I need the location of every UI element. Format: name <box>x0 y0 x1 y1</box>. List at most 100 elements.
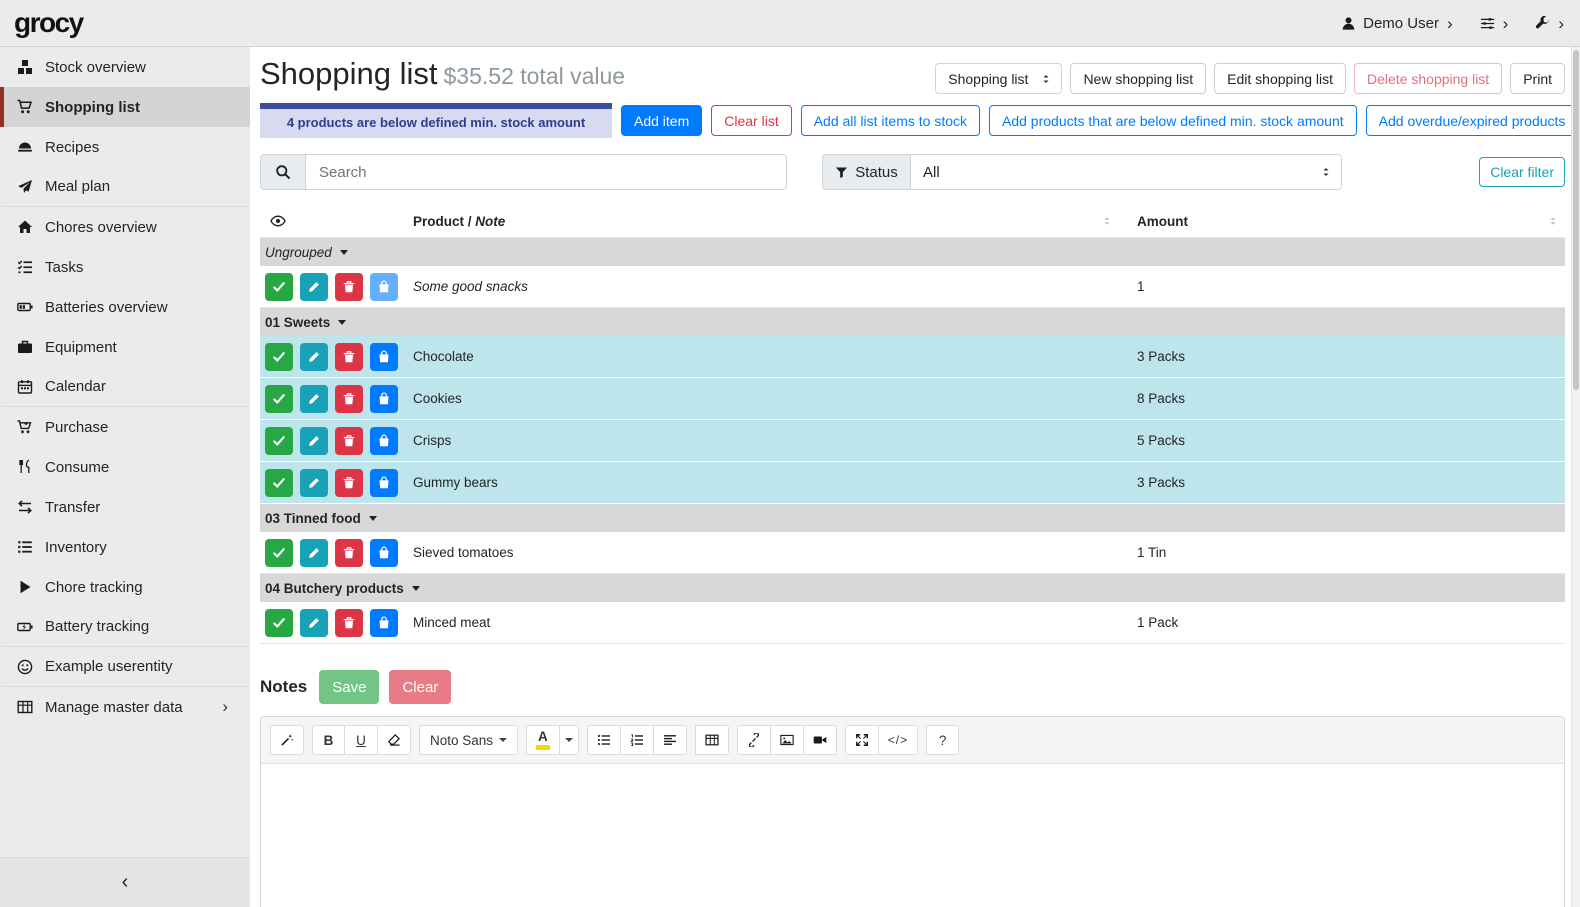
sidebar-item-manage-master-data[interactable]: Manage master data› <box>0 687 250 727</box>
sidebar-item-transfer[interactable]: Transfer <box>0 487 250 527</box>
delete-item-button[interactable] <box>335 273 363 301</box>
clear-filter-button[interactable]: Clear filter <box>1479 157 1565 187</box>
toggle-done-visibility-icon[interactable] <box>266 213 286 229</box>
edit-item-button[interactable] <box>300 427 328 455</box>
add-overdue-button[interactable]: Add overdue/expired products <box>1366 105 1571 136</box>
group-header-row[interactable]: Ungrouped <box>260 238 1565 266</box>
mark-done-button[interactable] <box>265 385 293 413</box>
edit-item-button[interactable] <box>300 539 328 567</box>
sidebar-item-label: Example userentity <box>45 658 240 675</box>
sidebar-item-recipes[interactable]: Recipes <box>0 127 250 167</box>
search-input[interactable] <box>305 154 787 190</box>
edit-item-button[interactable] <box>300 385 328 413</box>
sidebar-item-consume[interactable]: Consume <box>0 447 250 487</box>
ordered-list-button[interactable] <box>621 725 654 755</box>
sidebar-item-meal-plan[interactable]: Meal plan <box>0 167 250 207</box>
sidebar-item-inventory[interactable]: Inventory <box>0 527 250 567</box>
product-column-header[interactable]: Product / Note <box>410 214 1135 229</box>
clear-notes-button[interactable]: Clear <box>389 670 451 704</box>
delete-item-button[interactable] <box>335 469 363 497</box>
sidebar-item-example-userentity[interactable]: Example userentity <box>0 647 250 687</box>
mark-done-button[interactable] <box>265 343 293 371</box>
clear-list-button[interactable]: Clear list <box>711 105 791 136</box>
help-button[interactable]: ? <box>926 725 959 755</box>
delete-shopping-list-button[interactable]: Delete shopping list <box>1354 63 1502 94</box>
mark-done-button[interactable] <box>265 427 293 455</box>
insert-video-button[interactable] <box>804 725 837 755</box>
paragraph-style-button[interactable] <box>654 725 687 755</box>
below-min-stock-banner[interactable]: 4 products are below defined min. stock … <box>260 103 612 138</box>
delete-item-button[interactable] <box>335 609 363 637</box>
edit-item-button[interactable] <box>300 343 328 371</box>
add-to-stock-button[interactable] <box>370 427 398 455</box>
delete-item-button[interactable] <box>335 343 363 371</box>
sidebar-item-stock-overview[interactable]: Stock overview <box>0 47 250 87</box>
edit-item-button[interactable] <box>300 469 328 497</box>
add-to-stock-button[interactable] <box>370 469 398 497</box>
fullscreen-button[interactable] <box>845 725 879 755</box>
underline-button[interactable]: U <box>345 725 378 755</box>
sidebar-item-shopping-list[interactable]: Shopping list <box>0 87 250 127</box>
sidebar-collapse-button[interactable]: ‹ <box>0 857 250 907</box>
grocy-logo[interactable]: grocy <box>14 7 83 39</box>
admin-tools-menu[interactable]: › <box>1535 15 1564 32</box>
magic-style-button[interactable] <box>270 725 304 755</box>
settings-menu[interactable]: › <box>1480 15 1509 32</box>
edit-item-button[interactable] <box>300 273 328 301</box>
edit-shopping-list-button[interactable]: Edit shopping list <box>1214 63 1346 94</box>
insert-link-button[interactable] <box>737 725 771 755</box>
delete-item-button[interactable] <box>335 539 363 567</box>
group-header-row[interactable]: 04 Butchery products <box>260 574 1565 602</box>
caret-down-icon <box>340 250 348 255</box>
clear-formatting-button[interactable] <box>378 725 411 755</box>
font-family-dropdown[interactable]: Noto Sans <box>419 725 518 755</box>
edit-item-button[interactable] <box>300 609 328 637</box>
mark-done-button[interactable] <box>265 539 293 567</box>
sort-icon[interactable] <box>1547 215 1559 227</box>
add-to-stock-button[interactable] <box>370 343 398 371</box>
mark-done-button[interactable] <box>265 609 293 637</box>
shopping-list-selector[interactable]: Shopping list <box>935 63 1062 94</box>
code-view-button[interactable]: </> <box>879 725 918 755</box>
bold-button[interactable]: B <box>312 725 345 755</box>
unordered-list-button[interactable] <box>587 725 621 755</box>
shopping-list-table-body: UngroupedSome good snacks101 SweetsChoco… <box>260 238 1565 644</box>
text-color-button[interactable]: A <box>526 725 560 755</box>
text-color-dropdown[interactable] <box>560 725 579 755</box>
delete-item-button[interactable] <box>335 427 363 455</box>
add-to-stock-button[interactable] <box>370 273 398 301</box>
add-all-to-stock-button[interactable]: Add all list items to stock <box>801 105 980 136</box>
sidebar-item-battery-tracking[interactable]: Battery tracking <box>0 607 250 647</box>
insert-picture-button[interactable] <box>771 725 804 755</box>
add-to-stock-button[interactable] <box>370 385 398 413</box>
new-shopping-list-button[interactable]: New shopping list <box>1070 63 1206 94</box>
insert-table-button[interactable] <box>695 725 729 755</box>
save-notes-button[interactable]: Save <box>319 670 379 704</box>
scrollbar-thumb[interactable] <box>1573 50 1579 390</box>
sidebar-item-tasks[interactable]: Tasks <box>0 247 250 287</box>
page-scrollbar[interactable] <box>1571 47 1580 907</box>
link-icon <box>747 733 761 747</box>
group-header-row[interactable]: 03 Tinned food <box>260 504 1565 532</box>
sort-icon[interactable] <box>1101 215 1113 227</box>
sidebar-item-chore-tracking[interactable]: Chore tracking <box>0 567 250 607</box>
add-item-button[interactable]: Add item <box>621 105 702 136</box>
add-to-stock-button[interactable] <box>370 539 398 567</box>
delete-item-button[interactable] <box>335 385 363 413</box>
sidebar-item-calendar[interactable]: Calendar <box>0 367 250 407</box>
group-header-row[interactable]: 01 Sweets <box>260 308 1565 336</box>
add-below-min-stock-button[interactable]: Add products that are below defined min.… <box>989 105 1357 136</box>
print-button[interactable]: Print <box>1510 63 1565 94</box>
notes-editor-area[interactable] <box>261 764 1564 907</box>
sidebar-item-chores-overview[interactable]: Chores overview <box>0 207 250 247</box>
add-to-stock-button[interactable] <box>370 609 398 637</box>
user-menu[interactable]: Demo User › <box>1341 15 1453 32</box>
sidebar-item-purchase[interactable]: Purchase <box>0 407 250 447</box>
status-select[interactable]: All <box>910 154 1342 190</box>
mark-done-button[interactable] <box>265 469 293 497</box>
shopping-list-row: Some good snacks1 <box>260 266 1565 308</box>
sidebar-item-equipment[interactable]: Equipment <box>0 327 250 367</box>
amount-column-header[interactable]: Amount <box>1135 214 1565 229</box>
mark-done-button[interactable] <box>265 273 293 301</box>
sidebar-item-batteries-overview[interactable]: Batteries overview <box>0 287 250 327</box>
